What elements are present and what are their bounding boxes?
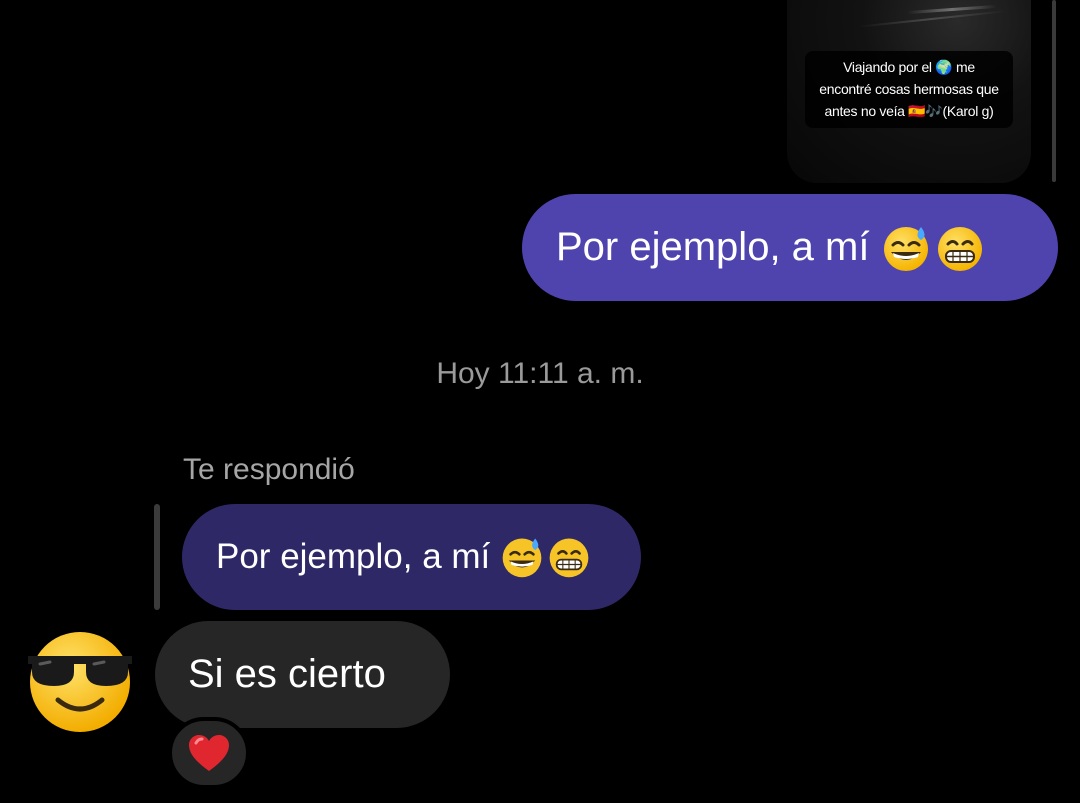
story-caption-line: Viajando por el 🌍 me bbox=[843, 59, 975, 75]
grinning-sweat-icon bbox=[502, 538, 542, 578]
story-caption-line: antes no veía 🇪🇸🎶(Karol g) bbox=[824, 103, 994, 119]
message-timestamp: Hoy 11:11 a. m. bbox=[436, 357, 644, 390]
received-message-text: Si es cierto bbox=[188, 652, 386, 696]
reaction-badge[interactable] bbox=[168, 717, 250, 789]
story-reply-bar bbox=[1052, 0, 1056, 182]
sent-message-text: Por ejemplo, a mí bbox=[556, 225, 870, 269]
grinning-sweat-icon bbox=[884, 226, 929, 271]
sent-message-bubble[interactable]: Por ejemplo, a mí bbox=[522, 194, 1058, 301]
story-thumbnail[interactable]: Viajando por el 🌍 me encontré cosas herm… bbox=[787, 0, 1031, 183]
story-caption-line: encontré cosas hermosas que bbox=[819, 81, 999, 97]
received-message-bubble[interactable]: Si es cierto bbox=[155, 621, 450, 728]
story-light-streak bbox=[857, 10, 1007, 28]
story-caption: Viajando por el 🌍 me encontré cosas herm… bbox=[805, 51, 1013, 128]
heart-icon bbox=[189, 735, 229, 771]
grimacing-grin-icon bbox=[938, 226, 983, 271]
quoted-message-bubble[interactable]: Por ejemplo, a mí bbox=[182, 504, 641, 610]
quoted-message-text: Por ejemplo, a mí bbox=[216, 537, 491, 576]
reply-label: Te respondió bbox=[183, 453, 355, 486]
reply-quote-bar bbox=[154, 504, 160, 610]
grimacing-grin-icon bbox=[549, 538, 589, 578]
sunglasses-face-icon[interactable] bbox=[26, 626, 134, 734]
